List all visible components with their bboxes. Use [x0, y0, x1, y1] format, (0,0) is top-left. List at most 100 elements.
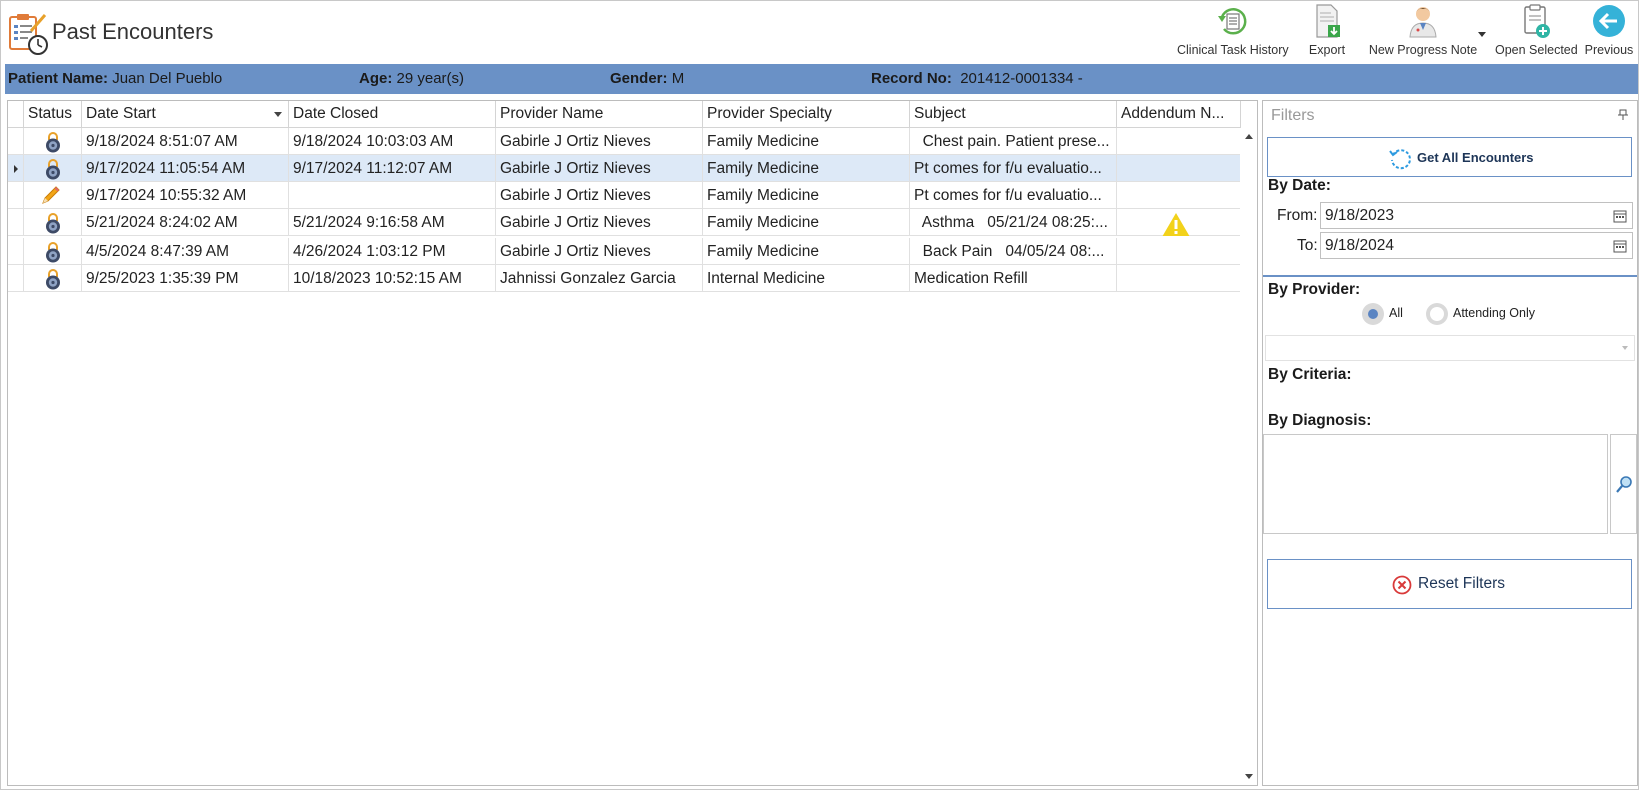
table-row[interactable]: 5/21/2024 8:24:02 AM 5/21/2024 9:16:58 AM… [8, 209, 1241, 236]
clinical-task-history-icon [1218, 8, 1247, 35]
row-indicator[interactable] [8, 155, 24, 182]
by-criteria-label: By Criteria: [1268, 366, 1352, 383]
search-icon [1616, 476, 1632, 493]
row-indicator[interactable] [8, 265, 24, 292]
arrow-left-icon [1593, 5, 1625, 37]
lock-icon [43, 268, 63, 290]
cell-addendum [1117, 182, 1241, 209]
new-progress-note-label: New Progress Note [1368, 43, 1478, 57]
cell-date-start: 9/17/2024 11:05:54 AM [82, 155, 289, 182]
to-label: To: [1297, 237, 1318, 254]
from-label: From: [1277, 207, 1318, 224]
column-header-status[interactable]: Status [24, 101, 82, 128]
column-header-provider-specialty[interactable]: Provider Specialty [703, 101, 910, 128]
cell-subject: Medication Refill [910, 265, 1117, 292]
to-date-value: 9/18/2024 [1325, 237, 1394, 254]
cell-provider-name: Gabirle J Ortiz Nieves [496, 128, 703, 155]
cell-addendum [1117, 238, 1241, 265]
diagnosis-list[interactable] [1263, 434, 1608, 534]
scroll-down-icon[interactable] [1245, 774, 1253, 779]
cell-status [24, 182, 82, 209]
export-button[interactable]: Export [1297, 1, 1357, 57]
from-date-value: 9/18/2023 [1325, 207, 1394, 224]
lock-icon [43, 158, 63, 180]
cell-addendum [1117, 209, 1241, 236]
new-progress-note-dropdown-icon[interactable] [1478, 32, 1486, 37]
grid-header: Status Date Start Date Closed Provider N… [8, 101, 1241, 128]
filters-divider [1263, 275, 1637, 277]
doctor-icon [1409, 7, 1437, 38]
table-row[interactable]: 9/25/2023 1:35:39 PM 10/18/2023 10:52:15 … [8, 265, 1241, 292]
cell-provider-name: Gabirle J Ortiz Nieves [496, 209, 703, 236]
row-indicator[interactable] [8, 209, 24, 236]
column-header-date-start[interactable]: Date Start [82, 101, 289, 128]
app-header: Past Encounters Clinical Task History Ex… [1, 1, 1638, 63]
cell-date-start: 4/5/2024 8:47:39 AM [82, 238, 289, 265]
cell-provider-specialty: Family Medicine [703, 209, 910, 236]
calendar-icon[interactable] [1613, 209, 1627, 223]
radio-all-label: All [1389, 306, 1403, 320]
from-date-input[interactable]: 9/18/2023 [1320, 202, 1633, 229]
row-indicator[interactable] [8, 238, 24, 265]
export-label: Export [1308, 43, 1346, 57]
cell-date-closed: 5/21/2024 9:16:58 AM [289, 209, 496, 236]
cell-addendum [1117, 128, 1241, 155]
reset-filters-button[interactable]: Reset Filters [1267, 559, 1632, 609]
cell-date-closed: 9/17/2024 11:12:07 AM [289, 155, 496, 182]
patient-age: Age: 29 year(s) [359, 70, 465, 87]
previous-label: Previous [1584, 43, 1634, 57]
cell-provider-specialty: Family Medicine [703, 155, 910, 182]
clinical-task-history-label: Clinical Task History [1177, 43, 1289, 57]
cell-provider-specialty: Family Medicine [703, 182, 910, 209]
radio-attending-indicator [1426, 303, 1448, 325]
cell-addendum [1117, 155, 1241, 182]
row-indicator[interactable] [8, 182, 24, 209]
radio-all-indicator [1362, 303, 1384, 325]
get-all-encounters-button[interactable]: Get All Encounters [1267, 137, 1632, 177]
open-selected-label: Open Selected [1495, 43, 1578, 57]
filters-panel: Filters Get All Encounters By Date: From… [1262, 100, 1638, 786]
new-progress-note-button[interactable]: New Progress Note [1363, 1, 1483, 57]
cell-addendum [1117, 265, 1241, 292]
cell-date-closed: 10/18/2023 10:52:15 AM [289, 265, 496, 292]
cell-provider-name: Gabirle J Ortiz Nieves [496, 238, 703, 265]
scroll-up-icon[interactable] [1245, 134, 1253, 139]
sort-descending-icon [274, 112, 282, 117]
lock-icon [43, 212, 63, 234]
to-date-input[interactable]: 9/18/2024 [1320, 232, 1633, 259]
cell-subject: Back Pain 04/05/24 08:... [910, 238, 1117, 265]
diagnosis-search-button[interactable] [1610, 434, 1637, 534]
grid-vertical-scrollbar[interactable] [1240, 128, 1257, 785]
column-header-subject[interactable]: Subject [910, 101, 1117, 128]
cell-date-closed [289, 182, 496, 209]
encounters-grid[interactable]: Status Date Start Date Closed Provider N… [7, 100, 1258, 786]
column-header-addendum[interactable]: Addendum N... [1117, 101, 1241, 128]
provider-select[interactable] [1265, 335, 1635, 361]
by-provider-label: By Provider: [1268, 281, 1361, 298]
column-header-provider-name[interactable]: Provider Name [496, 101, 703, 128]
table-row[interactable]: 4/5/2024 8:47:39 AM 4/26/2024 1:03:12 PM G… [8, 238, 1241, 265]
patient-record: Record No: 201412-0001334 - [871, 70, 1083, 87]
calendar-icon[interactable] [1613, 239, 1627, 253]
lock-icon [43, 241, 63, 263]
cell-date-start: 9/17/2024 10:55:32 AM [82, 182, 289, 209]
clipboard-clock-icon [9, 14, 48, 55]
pin-icon[interactable] [1617, 109, 1629, 121]
patient-info-bar: Patient Name: Juan Del Pueblo Age: 29 ye… [5, 64, 1638, 94]
cell-status [24, 128, 82, 155]
previous-button[interactable]: Previous [1581, 1, 1637, 57]
column-header-date-closed[interactable]: Date Closed [289, 101, 496, 128]
cell-date-start: 9/25/2023 1:35:39 PM [82, 265, 289, 292]
open-selected-button[interactable]: Open Selected [1495, 1, 1578, 57]
clinical-task-history-button[interactable]: Clinical Task History [1177, 1, 1289, 57]
table-row[interactable]: 9/18/2024 8:51:07 AM 9/18/2024 10:03:03 A… [8, 128, 1241, 155]
cell-date-closed: 9/18/2024 10:03:03 AM [289, 128, 496, 155]
row-indicator[interactable] [8, 128, 24, 155]
cell-status [24, 209, 82, 236]
cell-subject: Pt comes for f/u evaluatio... [910, 155, 1117, 182]
page-title: Past Encounters [52, 19, 214, 44]
table-row[interactable]: 9/17/2024 10:55:32 AM Gabirle J Ortiz Nie… [8, 182, 1241, 209]
cell-subject: Chest pain. Patient prese... [910, 128, 1117, 155]
filters-title: Filters [1271, 107, 1315, 124]
table-row[interactable]: 9/17/2024 11:05:54 AM 9/17/2024 11:12:07 … [8, 155, 1241, 182]
